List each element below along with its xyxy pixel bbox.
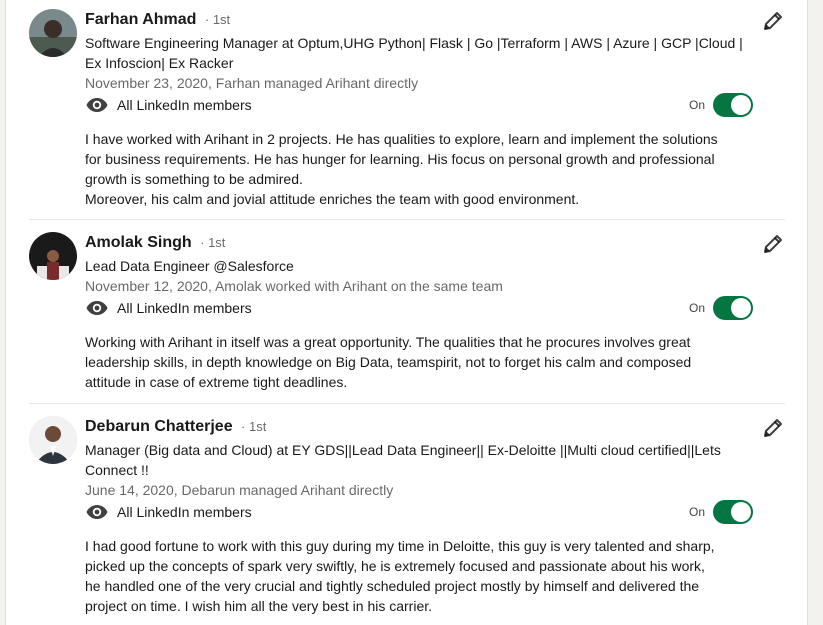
pencil-icon[interactable] (761, 416, 785, 440)
recommender-name[interactable]: Amolak Singh (85, 234, 192, 251)
visibility-toggle[interactable] (713, 500, 753, 524)
recommendation-meta: November 12, 2020, Amolak worked with Ar… (85, 278, 503, 294)
recommendation-text: I have worked with Arihant in 2 projects… (85, 129, 755, 209)
avatar[interactable] (29, 416, 77, 464)
toggle-state-label: On (688, 505, 705, 519)
toggle-state-label: On (688, 98, 705, 112)
eye-icon (86, 505, 108, 519)
text-line: for business requirements. He has hunger… (85, 151, 715, 167)
text-line: I have worked with Arihant in 2 projects… (85, 131, 718, 147)
pencil-icon[interactable] (761, 9, 785, 33)
text-line: attitude in case of extreme tight deadli… (85, 374, 348, 390)
name-row: Debarun Chatterjee · 1st (85, 418, 266, 442)
connection-degree: · 1st (241, 419, 267, 434)
divider (29, 403, 785, 404)
recommendation-text: Working with Arihant in itself was a gre… (85, 332, 755, 392)
text-line: I had good fortune to work with this guy… (85, 538, 715, 554)
recommender-headline: Lead Data Engineer @Salesforce (85, 258, 294, 274)
recommendation-text: I had good fortune to work with this guy… (85, 536, 755, 616)
pencil-icon[interactable] (761, 232, 785, 256)
visibility-label: All LinkedIn members (117, 504, 252, 520)
recommendation-meta: November 23, 2020, Farhan managed Arihan… (85, 75, 419, 91)
text-line: growth is something to be admired. (85, 171, 303, 187)
text-line: leadership skills, in depth knowledge on… (85, 354, 692, 370)
toggle-state-label: On (688, 301, 705, 315)
toggle-knob (731, 95, 751, 115)
text-line: picked up the concepts of spark very swi… (85, 558, 705, 574)
avatar[interactable] (29, 232, 77, 280)
recommender-name[interactable]: Farhan Ahmad (85, 11, 196, 28)
toggle-knob (731, 502, 751, 522)
divider (29, 219, 785, 220)
visibility-row: All LinkedIn members (85, 500, 252, 524)
recommendation-item: Farhan Ahmad · 1st Software Engineering … (29, 9, 785, 209)
visibility-label: All LinkedIn members (117, 300, 252, 316)
connection-degree: · 1st (204, 12, 231, 27)
text-line: Moreover, his calm and jovial attitude e… (85, 191, 580, 207)
recommendations-card: Farhan Ahmad · 1st Software Engineering … (5, 0, 808, 625)
text-line: he handled one of the very crucial and t… (85, 578, 700, 594)
toggle-knob (731, 298, 751, 318)
connection-degree: · 1st (200, 235, 226, 250)
visibility-toggle[interactable] (713, 296, 753, 320)
text-line: project on time. I wish him all the very… (85, 598, 433, 614)
eye-icon (86, 98, 108, 112)
visibility-toggle-wrap: On (689, 500, 753, 524)
text-line: Working with Arihant in itself was a gre… (85, 334, 691, 350)
visibility-toggle[interactable] (713, 93, 753, 117)
recommender-headline: Software Engineering Manager at Optum,UH… (85, 35, 743, 71)
recommendation-item: Debarun Chatterjee · 1st Manager (Big da… (29, 416, 785, 625)
visibility-toggle-wrap: On (689, 93, 753, 117)
recommender-name[interactable]: Debarun Chatterjee (85, 418, 233, 435)
eye-icon (86, 301, 108, 315)
visibility-row: All LinkedIn members (85, 93, 252, 117)
avatar[interactable] (29, 9, 77, 57)
recommendation-meta: June 14, 2020, Debarun managed Arihant d… (85, 482, 394, 498)
visibility-label: All LinkedIn members (117, 97, 252, 113)
visibility-row: All LinkedIn members (85, 296, 252, 320)
visibility-toggle-wrap: On (689, 296, 753, 320)
name-row: Farhan Ahmad · 1st (85, 11, 230, 35)
recommender-headline: Manager (Big data and Cloud) at EY GDS||… (85, 442, 721, 478)
name-row: Amolak Singh · 1st (85, 234, 225, 258)
recommendation-item: Amolak Singh · 1st Lead Data Engineer @S… (29, 232, 785, 392)
